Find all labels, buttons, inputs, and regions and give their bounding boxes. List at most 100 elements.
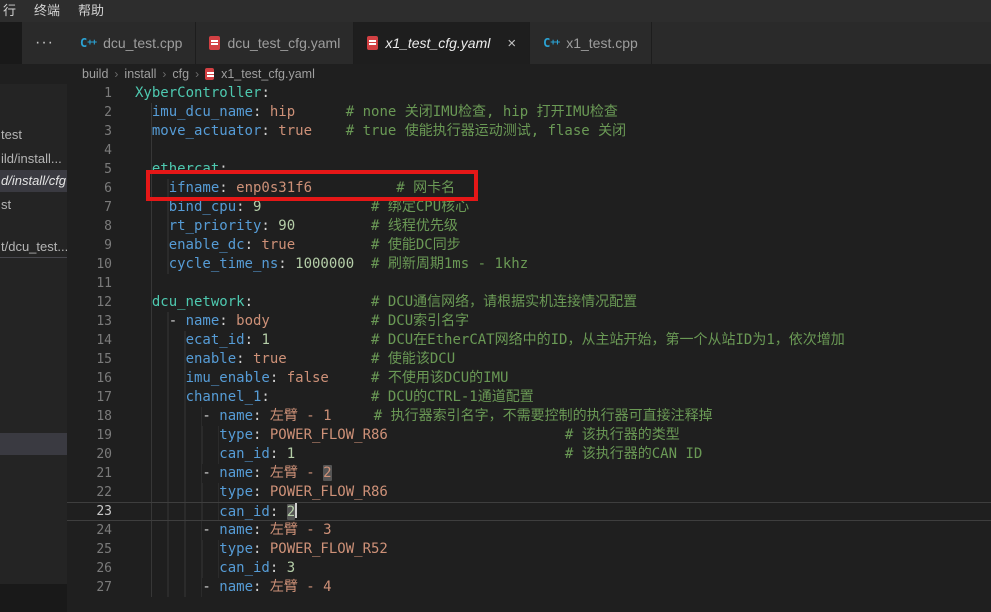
cpp-file-icon: C++ — [80, 36, 96, 50]
line-number[interactable]: 10 — [67, 255, 112, 274]
code-token — [295, 237, 371, 253]
line-number[interactable]: 8 — [67, 217, 112, 236]
line-number[interactable]: 27 — [67, 578, 112, 597]
sidebar-item[interactable]: t/dcu_test... — [0, 236, 67, 258]
menu-item-[interactable]: 帮助 — [69, 0, 113, 22]
breadcrumb-item-cfg[interactable]: cfg — [170, 67, 191, 81]
line-number[interactable]: 23 — [67, 503, 112, 520]
more-actions-button[interactable]: ··· — [22, 22, 67, 64]
line-number[interactable]: 7 — [67, 198, 112, 217]
code-token: type — [219, 541, 253, 557]
code-line[interactable]: 10cycle_time_ns: 1000000 # 刷新周期1ms - 1kh… — [67, 255, 991, 274]
sidebar-item[interactable]: st — [0, 194, 67, 216]
code-line[interactable]: 9enable_dc: true # 使能DC同步 — [67, 236, 991, 255]
line-number[interactable]: 19 — [67, 426, 112, 445]
line-number[interactable]: 1 — [67, 84, 112, 103]
code-token: name — [219, 408, 253, 424]
line-number[interactable]: 12 — [67, 293, 112, 312]
line-number[interactable]: 22 — [67, 483, 112, 502]
sidebar-item[interactable] — [0, 433, 67, 455]
tab-dcu-test-cpp[interactable]: C++ dcu_test.cpp — [67, 22, 196, 64]
code-line[interactable]: 6ifname: enp0s31f6 # 网卡名 — [67, 179, 991, 198]
code-token: # 该执行器的类型 — [565, 427, 680, 443]
code-token: ifname — [169, 180, 220, 196]
tab-dcu-test-cfg-yaml[interactable]: dcu_test_cfg.yaml — [196, 22, 354, 64]
line-number[interactable]: 20 — [67, 445, 112, 464]
yaml-file-icon — [209, 36, 220, 50]
code-line[interactable]: 7bind_cpu: 9 # 绑定CPU核心 — [67, 198, 991, 217]
breadcrumb-item-install[interactable]: install — [122, 67, 158, 81]
code-line[interactable]: 14ecat_id: 1 # DCU在EtherCAT网络中的ID，从主站开始，… — [67, 331, 991, 350]
code-token: 左臂 - — [270, 465, 323, 481]
code-line[interactable]: 3move_actuator: true # true 使能执行器运动测试, f… — [67, 122, 991, 141]
code-line[interactable]: 13- name: body # DCU索引名字 — [67, 312, 991, 331]
sidebar-item[interactable]: d/install/cfg — [0, 170, 67, 192]
code-token: : — [253, 541, 270, 557]
code-content: bind_cpu: 9 # 绑定CPU核心 — [112, 198, 469, 217]
line-number[interactable]: 13 — [67, 312, 112, 331]
line-number[interactable]: 24 — [67, 521, 112, 540]
code-token — [295, 218, 371, 234]
code-line[interactable]: 11 — [67, 274, 991, 293]
line-number[interactable]: 4 — [67, 141, 112, 160]
code-line[interactable]: 19type: POWER_FLOW_R86 # 该执行器的类型 — [67, 426, 991, 445]
line-number[interactable]: 21 — [67, 464, 112, 483]
code-line[interactable]: 2imu_dcu_name: hip # none 关闭IMU检查, hip 打… — [67, 103, 991, 122]
menu-item-[interactable]: 终端 — [25, 0, 69, 22]
code-line[interactable]: 12dcu_network: # DCU通信网络，请根据实机连接情况配置 — [67, 293, 991, 312]
line-number[interactable]: 15 — [67, 350, 112, 369]
code-line[interactable]: 21- name: 左臂 - 2 — [67, 464, 991, 483]
code-line[interactable]: 25type: POWER_FLOW_R52 — [67, 540, 991, 559]
code-line[interactable]: 16imu_enable: false # 不使用该DCU的IMU — [67, 369, 991, 388]
line-number[interactable]: 11 — [67, 274, 112, 293]
tab-label: dcu_test.cpp — [103, 35, 182, 51]
code-token: type — [219, 484, 253, 500]
code-token: # DCU的CTRL-1通道配置 — [371, 389, 534, 405]
code-line[interactable]: 17channel_1: # DCU的CTRL-1通道配置 — [67, 388, 991, 407]
code-token: rt_priority — [169, 218, 262, 234]
code-line[interactable]: 23can_id: 2 — [67, 502, 991, 521]
code-content: - name: body # DCU索引名字 — [112, 312, 469, 331]
tab-x1-test-cpp[interactable]: C++x1_test.cpp — [530, 22, 652, 64]
code-token: imu_enable — [186, 370, 270, 386]
code-line[interactable]: 18- name: 左臂 - 1 # 执行器索引名字，不需要控制的执行器可直接注… — [67, 407, 991, 426]
sidebar-item[interactable]: ild/install... — [0, 148, 67, 170]
code-line[interactable]: 8rt_priority: 90 # 线程优先级 — [67, 217, 991, 236]
code-content: enable: true # 使能该DCU — [112, 350, 455, 369]
line-number[interactable]: 25 — [67, 540, 112, 559]
code-line[interactable]: 22type: POWER_FLOW_R86 — [67, 483, 991, 502]
code-token: dcu_network — [152, 294, 245, 310]
code-line[interactable]: 20can_id: 1 # 该执行器的CAN ID — [67, 445, 991, 464]
code-token — [388, 427, 565, 443]
line-number[interactable]: 9 — [67, 236, 112, 255]
code-token: # DCU在EtherCAT网络中的ID，从主站开始，第一个从站ID为1，依次增… — [371, 332, 845, 348]
code-line[interactable]: 1XyberController: — [67, 84, 991, 103]
sidebar-item[interactable]: test — [0, 124, 67, 146]
code-line[interactable]: 4 — [67, 141, 991, 160]
breadcrumb-item-build[interactable]: build — [80, 67, 110, 81]
editor[interactable]: 1XyberController:2imu_dcu_name: hip # no… — [67, 84, 991, 612]
indent-guide — [135, 312, 169, 331]
breadcrumb-item-file[interactable]: x1_test_cfg.yaml — [219, 67, 317, 81]
menu-item-[interactable]: 行 — [0, 0, 25, 22]
code-line[interactable]: 24- name: 左臂 - 3 — [67, 521, 991, 540]
tab-x1-test-cfg-yaml[interactable]: x1_test_cfg.yaml× — [354, 22, 530, 64]
line-number[interactable]: 26 — [67, 559, 112, 578]
code-line[interactable]: 27- name: 左臂 - 4 — [67, 578, 991, 597]
code-content: - name: 左臂 - 3 — [112, 521, 332, 540]
code-token: - — [202, 522, 219, 538]
close-icon[interactable]: × — [507, 36, 516, 51]
line-number[interactable]: 14 — [67, 331, 112, 350]
line-number[interactable]: 6 — [67, 179, 112, 198]
indent-guide — [135, 179, 169, 198]
line-number[interactable]: 2 — [67, 103, 112, 122]
code-line[interactable]: 26can_id: 3 — [67, 559, 991, 578]
code-line[interactable]: 5ethercat: — [67, 160, 991, 179]
line-number[interactable]: 18 — [67, 407, 112, 426]
code-content: channel_1: # DCU的CTRL-1通道配置 — [112, 388, 534, 407]
line-number[interactable]: 16 — [67, 369, 112, 388]
code-line[interactable]: 15enable: true # 使能该DCU — [67, 350, 991, 369]
line-number[interactable]: 3 — [67, 122, 112, 141]
line-number[interactable]: 5 — [67, 160, 112, 179]
line-number[interactable]: 17 — [67, 388, 112, 407]
